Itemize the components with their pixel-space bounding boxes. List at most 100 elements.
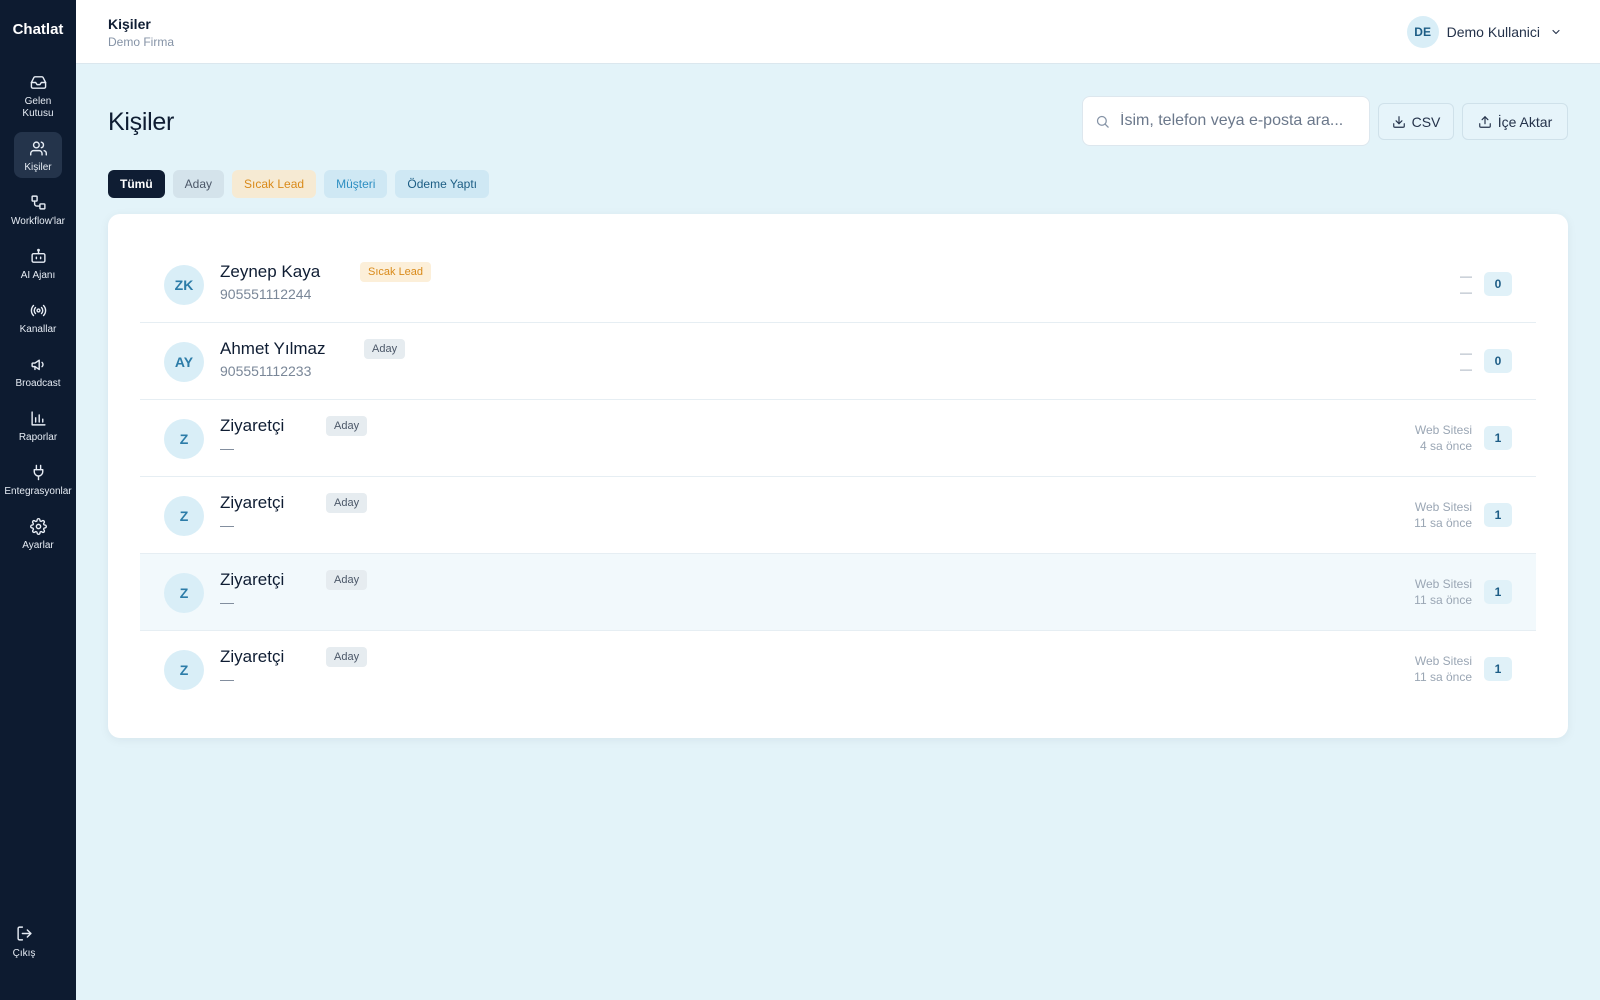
inbox-icon xyxy=(28,72,48,92)
avatar: AY xyxy=(164,342,204,382)
contact-name: Ahmet Yılmaz xyxy=(220,339,326,358)
sidebar-item-label: Gelen Kutusu xyxy=(22,96,54,119)
contact-source: Web Sitesi xyxy=(1414,500,1472,514)
sidebar-item-integrations[interactable]: Entegrasyonlar xyxy=(4,456,72,502)
list-item[interactable]: Z Ziyaretçi Aday — Web Sitesi 11 sa önce… xyxy=(140,631,1536,708)
status-badge: Aday xyxy=(364,339,406,359)
import-button[interactable]: İçe Aktar xyxy=(1462,103,1568,140)
message-count-badge: 0 xyxy=(1484,272,1512,296)
broadcast-signal-icon xyxy=(28,300,48,320)
logout-label: Çıkış xyxy=(12,948,36,959)
contact-name: Ziyaretçi xyxy=(220,493,285,512)
contact-phone: — xyxy=(220,517,234,533)
sidebar-item-contacts[interactable]: Kişiler xyxy=(14,132,62,178)
search-icon xyxy=(1096,115,1109,128)
sidebar-item-reports[interactable]: Raporlar xyxy=(14,402,62,448)
contact-source: Web Sitesi xyxy=(1414,577,1472,591)
filter-odeme-yapti[interactable]: Ödeme Yaptı xyxy=(395,170,490,198)
contact-phone: 905551112233 xyxy=(220,363,312,379)
contact-time: — xyxy=(1460,285,1472,299)
sidebar-item-label: Raporlar xyxy=(18,432,58,443)
message-count-badge: 1 xyxy=(1484,657,1512,681)
sidebar-item-label: Kanallar xyxy=(19,324,57,335)
bar-chart-icon xyxy=(28,408,48,428)
sidebar: Chatlat Gelen Kutusu Kişiler Workflow'la… xyxy=(0,0,76,1000)
user-menu[interactable]: DE Demo Kullanici xyxy=(1406,16,1562,48)
logout-icon xyxy=(16,926,32,941)
contacts-list: ZK Zeynep Kaya Sıcak Lead 905551112244 —… xyxy=(140,246,1536,708)
contact-time: 11 sa önce xyxy=(1414,516,1472,530)
contact-name: Zeynep Kaya xyxy=(220,262,321,281)
list-item[interactable]: Z Ziyaretçi Aday — Web Sitesi 11 sa önce… xyxy=(140,554,1536,631)
contact-time: — xyxy=(1460,362,1472,376)
filter-musteri[interactable]: Müşteri xyxy=(324,170,388,198)
chevron-down-icon xyxy=(1552,29,1560,35)
sidebar-item-inbox[interactable]: Gelen Kutusu xyxy=(14,66,62,124)
avatar: Z xyxy=(164,650,204,690)
contact-name: Ziyaretçi xyxy=(220,416,285,435)
app-logo: Chatlat xyxy=(12,21,64,38)
filter-chips: Tümü Aday Sıcak Lead Müşteri Ödeme Yaptı xyxy=(108,170,490,198)
filter-sicak-lead[interactable]: Sıcak Lead xyxy=(232,170,317,198)
contact-time: 11 sa önce xyxy=(1414,670,1472,684)
message-count-badge: 1 xyxy=(1484,503,1512,527)
filter-all[interactable]: Tümü xyxy=(108,170,165,198)
sidebar-item-workflows[interactable]: Workflow'lar xyxy=(11,186,65,232)
megaphone-icon xyxy=(28,354,48,374)
sidebar-nav: Gelen Kutusu Kişiler Workflow'lar AI Aja… xyxy=(0,66,76,564)
list-item[interactable]: ZK Zeynep Kaya Sıcak Lead 905551112244 —… xyxy=(140,246,1536,323)
sidebar-item-label: AI Ajanı xyxy=(20,270,56,281)
import-label: İçe Aktar xyxy=(1497,113,1553,130)
avatar: Z xyxy=(164,419,204,459)
sidebar-item-settings[interactable]: Ayarlar xyxy=(14,510,62,556)
search-input[interactable] xyxy=(1120,112,1360,130)
topbar-title: Kişiler xyxy=(108,16,151,32)
sidebar-item-label: Workflow'lar xyxy=(11,216,65,227)
sidebar-item-label: Ayarlar xyxy=(22,540,54,551)
sidebar-item-label: Kişiler xyxy=(24,162,52,173)
bot-icon xyxy=(28,246,48,266)
sidebar-item-broadcast[interactable]: Broadcast xyxy=(14,348,62,394)
user-name: Demo Kullanici xyxy=(1446,24,1540,40)
csv-export-button[interactable]: CSV xyxy=(1378,103,1454,140)
contact-meta: Web Sitesi 4 sa önce xyxy=(1415,422,1472,454)
contact-meta: Web Sitesi 11 sa önce xyxy=(1414,499,1472,531)
avatar: DE xyxy=(1406,16,1439,48)
plug-icon xyxy=(28,462,48,482)
logout-button[interactable]: Çıkış xyxy=(8,925,40,959)
sidebar-item-ai-agent[interactable]: AI Ajanı xyxy=(14,240,62,286)
sidebar-item-channels[interactable]: Kanallar xyxy=(14,294,62,340)
status-badge: Sıcak Lead xyxy=(360,262,432,282)
search-box xyxy=(1082,96,1370,146)
message-count-badge: 1 xyxy=(1484,580,1512,604)
contact-source: Web Sitesi xyxy=(1414,423,1472,437)
list-item[interactable]: Z Ziyaretçi Aday — Web Sitesi 4 sa önce … xyxy=(140,400,1536,477)
contact-name: Ziyaretçi xyxy=(220,647,285,666)
top-bar: Kişiler Demo Firma DE Demo Kullanici xyxy=(76,0,1600,64)
sidebar-item-label: Entegrasyonlar xyxy=(4,486,72,497)
status-badge: Aday xyxy=(326,493,368,513)
contact-meta: — — xyxy=(1460,268,1472,300)
list-item[interactable]: AY Ahmet Yılmaz Aday 905551112233 — — 0 xyxy=(140,323,1536,400)
contact-phone: — xyxy=(220,594,234,610)
contact-phone: — xyxy=(220,671,234,687)
gear-icon xyxy=(28,516,48,536)
contact-phone: — xyxy=(220,440,234,456)
contact-time: 11 sa önce xyxy=(1414,593,1472,607)
users-icon xyxy=(28,138,48,158)
contact-source: — xyxy=(1460,269,1472,283)
page-title: Kişiler xyxy=(108,108,174,136)
contact-time: 4 sa önce xyxy=(1419,439,1472,453)
contact-source: — xyxy=(1460,346,1472,360)
contact-phone: 905551112244 xyxy=(220,286,312,302)
contact-name: Ziyaretçi xyxy=(220,570,285,589)
avatar: Z xyxy=(164,496,204,536)
contact-meta: Web Sitesi 11 sa önce xyxy=(1414,653,1472,685)
list-item[interactable]: Z Ziyaretçi Aday — Web Sitesi 11 sa önce… xyxy=(140,477,1536,554)
contact-source: Web Sitesi xyxy=(1414,654,1472,668)
sidebar-item-label: Broadcast xyxy=(15,378,61,389)
status-badge: Aday xyxy=(326,416,368,436)
avatar: Z xyxy=(164,573,204,613)
filter-aday[interactable]: Aday xyxy=(172,170,225,198)
status-badge: Aday xyxy=(326,570,368,590)
